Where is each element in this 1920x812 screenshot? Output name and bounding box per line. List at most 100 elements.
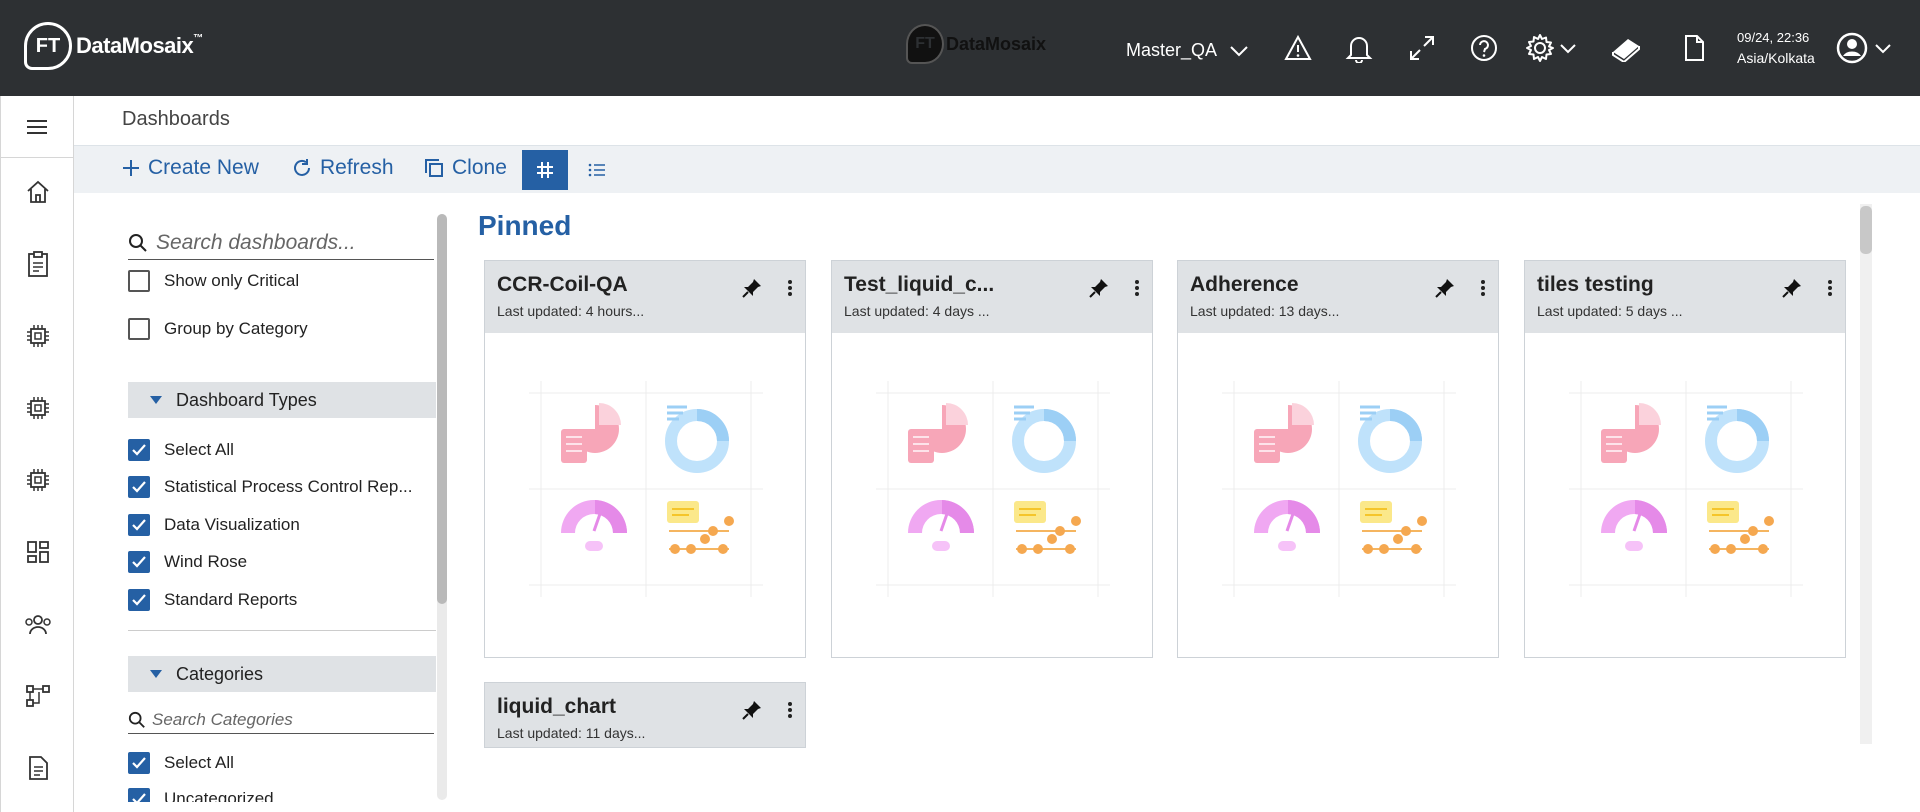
dashboard-thumbnail (1569, 381, 1803, 597)
flow-icon[interactable] (1, 676, 75, 716)
divider (128, 630, 436, 631)
dashboard-card[interactable]: tiles testing Last updated: 5 days ... (1524, 260, 1846, 658)
center-brand: FT DataMosaix (906, 24, 1046, 64)
dashboard-card[interactable]: Adherence Last updated: 13 days... (1177, 260, 1499, 658)
card-preview[interactable] (876, 381, 1110, 602)
pin-icon (1089, 279, 1108, 298)
card-header[interactable]: Adherence Last updated: 13 days... (1178, 261, 1498, 333)
dashboard-thumbnail (1222, 381, 1456, 597)
search-dashboards-input[interactable]: Search dashboards... (128, 226, 434, 260)
clipboard-icon[interactable] (1, 244, 75, 284)
card-menu-button[interactable] (1134, 279, 1140, 302)
scrollbar-thumb[interactable] (1860, 206, 1872, 254)
main-scrollbar[interactable] (1860, 204, 1872, 744)
group-category-checkbox[interactable]: Group by Category (128, 318, 308, 340)
list-view-button[interactable] (574, 150, 620, 190)
type-spc-checkbox[interactable]: Statistical Process Control Rep... (128, 476, 412, 498)
card-menu-button[interactable] (787, 279, 793, 302)
unpin-button[interactable] (741, 277, 763, 304)
checkbox-box (128, 551, 150, 573)
card-last-updated: Last updated: 13 days... (1190, 303, 1340, 319)
brand[interactable]: FT DataMosaix™ (24, 22, 203, 70)
card-preview[interactable] (529, 381, 763, 602)
book-icon[interactable] (1610, 32, 1642, 64)
checkbox-label: Show only Critical (164, 271, 300, 290)
filter-scrollbar[interactable] (437, 214, 447, 800)
expand-icon[interactable] (1406, 32, 1438, 64)
chevron-down-icon (1230, 45, 1248, 56)
clone-button[interactable]: Clone (424, 156, 507, 180)
chip-icon[interactable] (1, 388, 75, 428)
search-categories-placeholder: Search Categories (152, 709, 293, 729)
datetime-display: 09/24, 22:36 Asia/Kolkata (1737, 28, 1815, 68)
grid-view-button[interactable] (522, 150, 568, 190)
type-data-visualization-checkbox[interactable]: Data Visualization (128, 514, 300, 536)
chip-icon[interactable] (1, 316, 75, 356)
unpin-button[interactable] (741, 699, 763, 726)
refresh-label: Refresh (320, 156, 394, 179)
layout-icon[interactable] (1, 532, 75, 572)
dashboard-types-header[interactable]: Dashboard Types (128, 382, 436, 418)
dashboard-card[interactable]: CCR-Coil-QA Last updated: 4 hours... (484, 260, 806, 658)
card-header[interactable]: Test_liquid_c... Last updated: 4 days ..… (832, 261, 1152, 333)
refresh-icon (294, 159, 310, 176)
unpin-button[interactable] (1088, 277, 1110, 304)
filter-panel: Search dashboards... Show only Critical … (128, 212, 436, 802)
refresh-button[interactable]: Refresh (292, 156, 394, 180)
card-header[interactable]: liquid_chart Last updated: 11 days... (485, 683, 805, 747)
chip-icon[interactable] (1, 460, 75, 500)
caret-down-icon (150, 670, 162, 678)
bell-icon[interactable] (1343, 32, 1375, 64)
pin-icon (1435, 279, 1454, 298)
card-header[interactable]: tiles testing Last updated: 5 days ... (1525, 261, 1845, 333)
search-categories-input[interactable]: Search Categories (128, 706, 434, 734)
environment-label: Master_QA (1126, 40, 1218, 60)
pin-icon (1782, 279, 1801, 298)
create-new-button[interactable]: Create New (122, 156, 259, 180)
checkbox-label: Group by Category (164, 319, 308, 338)
warning-icon[interactable] (1282, 32, 1314, 64)
card-menu-button[interactable] (1827, 279, 1833, 302)
page-title: Dashboards (122, 108, 230, 130)
more-vertical-icon (1828, 280, 1832, 296)
menu-icon[interactable] (1, 96, 73, 158)
category-uncategorized-checkbox[interactable]: Uncategorized (128, 788, 274, 802)
more-vertical-icon (1135, 280, 1139, 296)
settings-menu[interactable] (1525, 32, 1583, 64)
card-preview[interactable] (1222, 381, 1456, 602)
dashboard-thumbnail (529, 381, 763, 597)
type-wind-rose-checkbox[interactable]: Wind Rose (128, 551, 247, 573)
caret-down-icon (150, 396, 162, 404)
checkbox-box (128, 476, 150, 498)
category-select-all-checkbox[interactable]: Select All (128, 752, 234, 774)
document-icon[interactable] (1678, 32, 1710, 64)
unpin-button[interactable] (1434, 277, 1456, 304)
type-standard-reports-checkbox[interactable]: Standard Reports (128, 589, 297, 611)
unpin-button[interactable] (1781, 277, 1803, 304)
checkbox-box (128, 589, 150, 611)
home-icon[interactable] (1, 172, 75, 212)
show-critical-checkbox[interactable]: Show only Critical (128, 270, 299, 292)
checkbox-label: Statistical Process Control Rep... (164, 477, 413, 496)
dashboard-card[interactable]: Test_liquid_c... Last updated: 4 days ..… (831, 260, 1153, 658)
scrollbar-thumb[interactable] (437, 214, 447, 604)
search-icon (128, 711, 145, 728)
environment-selector[interactable]: Master_QA (1126, 40, 1249, 61)
timezone-text: Asia/Kolkata (1737, 50, 1815, 66)
help-icon[interactable] (1468, 32, 1500, 64)
user-menu[interactable] (1836, 32, 1900, 64)
top-bar: FT DataMosaix™ FT DataMosaix Master_QA 0… (0, 0, 1920, 96)
card-header[interactable]: CCR-Coil-QA Last updated: 4 hours... (485, 261, 805, 333)
card-menu-button[interactable] (1480, 279, 1486, 302)
categories-header[interactable]: Categories (128, 656, 436, 692)
checkbox-label: Wind Rose (164, 552, 248, 571)
users-icon[interactable] (1, 604, 75, 644)
pinned-section-title: Pinned (478, 210, 572, 241)
list-icon (588, 163, 605, 177)
date-text: 09/24, 22:36 (1737, 30, 1810, 45)
type-select-all-checkbox[interactable]: Select All (128, 439, 234, 461)
card-menu-button[interactable] (787, 701, 793, 724)
dashboard-card[interactable]: liquid_chart Last updated: 11 days... (484, 682, 806, 748)
file-icon[interactable] (1, 748, 75, 788)
card-preview[interactable] (1569, 381, 1803, 602)
